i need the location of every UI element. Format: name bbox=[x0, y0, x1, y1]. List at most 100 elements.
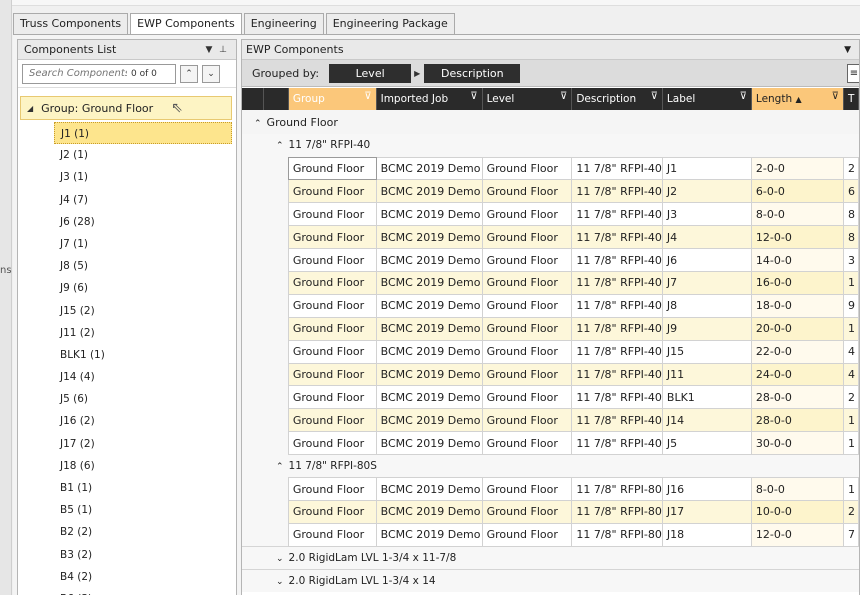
group-row-description[interactable]: ⌃ 11 7/8" RFPI-80S bbox=[242, 454, 859, 478]
table-cell[interactable]: BCMC 2019 Demo bbox=[375, 362, 483, 387]
table-row[interactable]: Ground Floor BCMC 2019 Demo Ground Floor 11… bbox=[242, 316, 859, 341]
table-row[interactable]: Ground Floor BCMC 2019 Demo Ground Floor 11… bbox=[242, 408, 859, 433]
table-row[interactable]: Ground Floor BCMC 2019 Demo Ground Floor 11… bbox=[242, 225, 859, 250]
group-chip-description[interactable]: Description bbox=[424, 63, 521, 83]
table-cell[interactable]: J11 bbox=[661, 362, 752, 387]
table-cell[interactable]: J18 bbox=[661, 522, 752, 547]
table-cell[interactable]: 1 bbox=[842, 270, 859, 295]
tree-item[interactable]: B4 (2) bbox=[18, 566, 236, 588]
table-cell[interactable]: Ground Floor bbox=[287, 477, 377, 501]
table-cell[interactable]: Ground Floor bbox=[481, 522, 573, 547]
table-cell[interactable]: J17 bbox=[661, 499, 752, 524]
table-cell[interactable]: 11 7/8" RFPI-80 bbox=[571, 477, 663, 501]
table-cell[interactable]: 28-0-0 bbox=[750, 385, 844, 410]
table-cell[interactable]: 11 7/8" RFPI-40 bbox=[571, 362, 663, 387]
table-row[interactable]: Ground Floor BCMC 2019 Demo Ground Floor 11… bbox=[242, 385, 859, 410]
table-cell[interactable]: 11 7/8" RFPI-40 bbox=[571, 202, 663, 227]
table-cell[interactable]: Ground Floor bbox=[481, 293, 573, 318]
table-cell[interactable]: 1 bbox=[842, 316, 859, 341]
tree-item[interactable]: J17 (2) bbox=[18, 433, 236, 455]
table-cell[interactable]: Ground Floor bbox=[481, 408, 573, 433]
tree-item[interactable]: J15 (2) bbox=[18, 300, 236, 322]
pin-icon[interactable]: ⊥ bbox=[216, 45, 230, 55]
table-cell[interactable]: Ground Floor bbox=[481, 431, 573, 456]
table-cell[interactable]: Ground Floor bbox=[287, 362, 377, 387]
table-cell[interactable]: J6 bbox=[661, 248, 752, 272]
table-cell[interactable]: BCMC 2019 Demo bbox=[375, 408, 483, 433]
tab-engineering-package[interactable]: Engineering Package bbox=[325, 13, 455, 34]
table-cell[interactable]: 30-0-0 bbox=[750, 431, 844, 456]
tree-item[interactable]: B3 (2) bbox=[18, 544, 236, 566]
table-cell[interactable]: 14-0-0 bbox=[750, 248, 844, 272]
table-cell[interactable]: 9 bbox=[842, 293, 859, 318]
table-cell[interactable]: Ground Floor bbox=[481, 156, 573, 181]
table-cell[interactable]: 18-0-0 bbox=[750, 293, 844, 318]
table-row[interactable]: Ground Floor BCMC 2019 Demo Ground Floor 11… bbox=[242, 431, 859, 456]
table-cell[interactable]: Ground Floor bbox=[481, 385, 573, 410]
table-cell[interactable]: 8 bbox=[842, 225, 859, 250]
table-cell[interactable]: 11 7/8" RFPI-40 bbox=[571, 431, 663, 456]
tree-item[interactable]: B5 (1) bbox=[18, 499, 236, 521]
tree-item[interactable]: J4 (7) bbox=[18, 189, 236, 211]
table-cell[interactable]: 12-0-0 bbox=[750, 225, 844, 250]
group-row-level[interactable]: ⌃ Ground Floor bbox=[242, 110, 859, 134]
table-row[interactable]: Ground Floor BCMC 2019 Demo Ground Floor 11… bbox=[242, 293, 859, 318]
table-cell[interactable]: Ground Floor bbox=[481, 499, 573, 524]
table-cell[interactable]: 2 bbox=[842, 499, 859, 524]
table-cell[interactable]: J3 bbox=[661, 202, 752, 227]
table-row[interactable]: Ground Floor BCMC 2019 Demo Ground Floor 11… bbox=[242, 522, 859, 547]
column-header-description[interactable]: Description ⊽ bbox=[571, 88, 663, 110]
tree-item[interactable]: J2 (1) bbox=[18, 144, 236, 166]
table-cell[interactable]: J16 bbox=[661, 477, 752, 501]
table-cell[interactable]: 8-0-0 bbox=[750, 477, 844, 501]
group-row-description[interactable]: ⌄ 2.0 RigidLam LVL 1-3/4 x 14 bbox=[242, 568, 859, 593]
table-row[interactable]: Ground Floor BCMC 2019 Demo Ground Floor 11… bbox=[242, 156, 859, 181]
table-cell[interactable]: Ground Floor bbox=[287, 522, 377, 547]
chevron-up-icon[interactable]: ⌃ bbox=[276, 141, 284, 151]
table-cell[interactable]: 11 7/8" RFPI-40 bbox=[571, 179, 663, 204]
group-row-description[interactable]: ⌄ 2.0 RigidLam LVL 1-3/4 x 11-7/8 bbox=[242, 545, 859, 570]
table-cell[interactable]: BCMC 2019 Demo bbox=[375, 270, 483, 295]
filter-icon[interactable]: ⊽ bbox=[651, 91, 658, 102]
column-header-level[interactable]: Level ⊽ bbox=[482, 88, 573, 110]
table-cell[interactable]: 8 bbox=[842, 202, 859, 227]
tree-item[interactable]: J7 (1) bbox=[18, 233, 236, 255]
table-cell[interactable]: Ground Floor bbox=[287, 248, 377, 272]
table-cell[interactable]: J4 bbox=[661, 225, 752, 250]
tree-item[interactable]: J16 (2) bbox=[18, 410, 236, 432]
filter-icon[interactable]: ⊽ bbox=[740, 91, 747, 102]
tree-group-ground-floor[interactable]: ◢ Group: Ground Floor ⇖ bbox=[20, 96, 232, 120]
table-cell[interactable]: BCMC 2019 Demo bbox=[375, 499, 483, 524]
table-cell[interactable]: 22-0-0 bbox=[750, 339, 844, 364]
table-cell[interactable]: BCMC 2019 Demo bbox=[375, 385, 483, 410]
dropdown-arrow-icon[interactable]: ▼ bbox=[844, 45, 851, 55]
filter-icon[interactable]: ⊽ bbox=[832, 91, 839, 102]
table-cell[interactable]: 11 7/8" RFPI-80 bbox=[571, 499, 663, 524]
column-header-label[interactable]: Label ⊽ bbox=[662, 88, 752, 110]
tab-truss-components[interactable]: Truss Components bbox=[13, 13, 129, 34]
tree-item[interactable]: J11 (2) bbox=[18, 322, 236, 344]
table-cell[interactable]: J2 bbox=[661, 179, 752, 204]
table-cell[interactable]: Ground Floor bbox=[481, 270, 573, 295]
table-cell[interactable]: 12-0-0 bbox=[750, 522, 844, 547]
table-cell[interactable]: 4 bbox=[842, 362, 859, 387]
table-cell[interactable]: BCMC 2019 Demo bbox=[375, 156, 483, 181]
table-cell[interactable]: J9 bbox=[661, 316, 752, 341]
tree-item[interactable]: J1 (1) bbox=[54, 122, 232, 145]
table-cell[interactable]: 20-0-0 bbox=[750, 316, 844, 341]
table-cell[interactable]: 11 7/8" RFPI-40 bbox=[571, 225, 663, 250]
table-cell[interactable]: Ground Floor bbox=[287, 293, 377, 318]
tree-item[interactable]: J9 (6) bbox=[18, 277, 236, 299]
tree-item[interactable]: B2 (2) bbox=[18, 521, 236, 543]
table-cell[interactable]: 11 7/8" RFPI-40 bbox=[571, 293, 663, 318]
table-cell[interactable]: 11 7/8" RFPI-40 bbox=[571, 339, 663, 364]
table-cell[interactable]: 11 7/8" RFPI-80 bbox=[571, 522, 663, 547]
tree-item[interactable]: J6 (28) bbox=[18, 211, 236, 233]
table-cell[interactable]: Ground Floor bbox=[481, 179, 573, 204]
filter-icon[interactable]: ⊽ bbox=[364, 91, 371, 102]
table-cell[interactable]: 1 bbox=[842, 408, 859, 433]
table-cell[interactable]: Ground Floor bbox=[287, 339, 377, 364]
table-cell[interactable]: BCMC 2019 Demo bbox=[375, 225, 483, 250]
table-cell[interactable]: Ground Floor bbox=[287, 179, 377, 204]
table-row[interactable]: Ground Floor BCMC 2019 Demo Ground Floor 11… bbox=[242, 270, 859, 295]
